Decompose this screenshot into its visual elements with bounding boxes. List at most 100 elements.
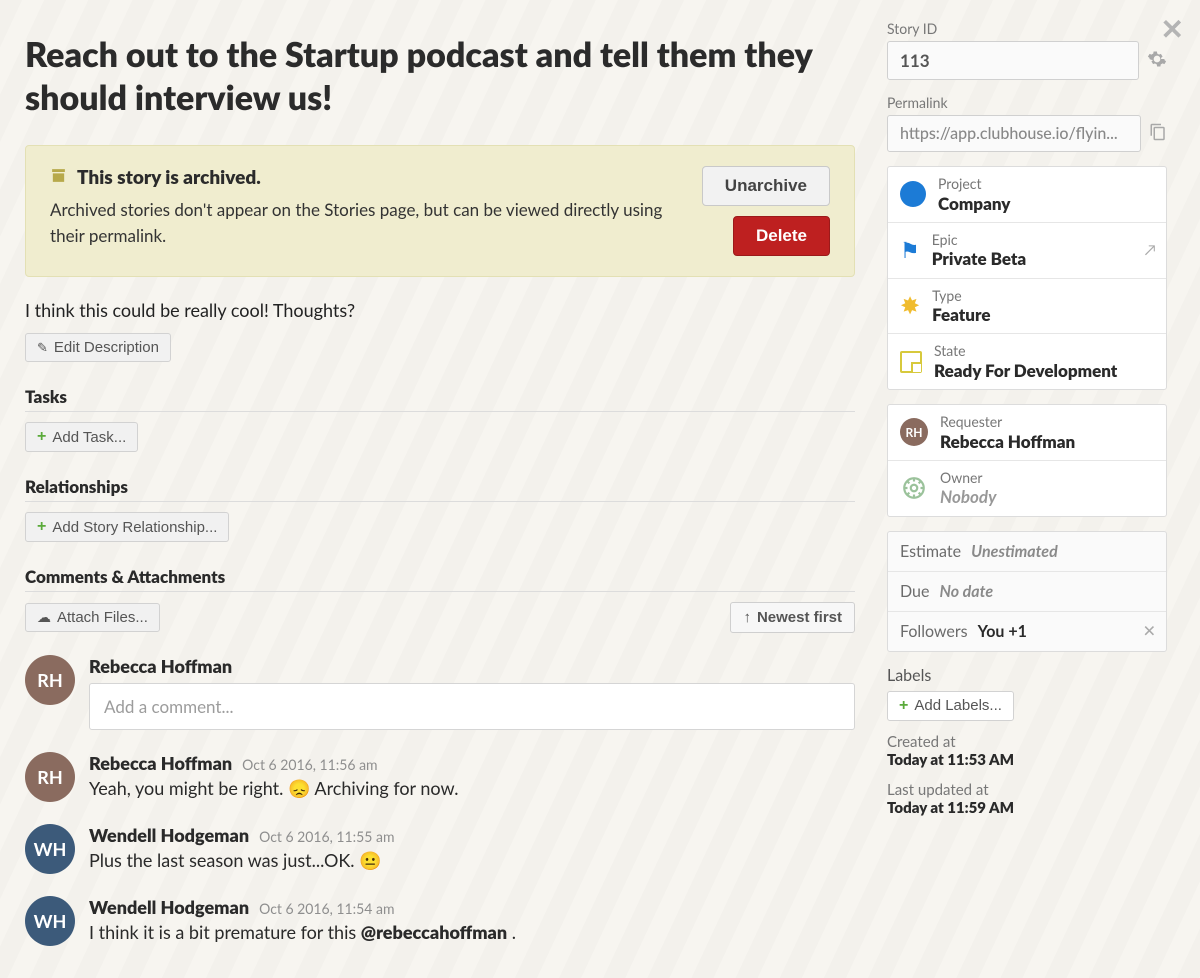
comment-item: RH Rebecca Hoffman Oct 6 2016, 11:56 am … (25, 752, 855, 802)
cloud-upload-icon: ☁ (37, 609, 51, 626)
relationships-heading: Relationships (25, 476, 855, 502)
avatar: RH (25, 752, 75, 802)
pencil-icon: ✎ (37, 340, 48, 356)
avatar: RH (25, 655, 75, 705)
archived-banner: This story is archived. Archived stories… (25, 145, 855, 277)
gear-icon[interactable] (1147, 49, 1167, 73)
emoji-icon: 😐 (359, 849, 381, 871)
close-icon[interactable]: ✕ (1161, 14, 1184, 42)
plus-icon: + (37, 428, 46, 446)
story-description: I think this could be really cool! Thoug… (25, 299, 855, 321)
star-icon: ✸ (900, 291, 920, 320)
state-row[interactable]: State Ready For Development (888, 334, 1166, 389)
owner-value: Nobody (940, 486, 996, 507)
due-key: Due (900, 582, 929, 601)
comment-item: WH Wendell Hodgeman Oct 6 2016, 11:55 am… (25, 824, 855, 874)
followers-key: Followers (900, 622, 968, 641)
note-icon (900, 351, 922, 373)
type-value: Feature (932, 304, 990, 325)
remove-follower-icon[interactable]: ✕ (1143, 622, 1156, 641)
add-task-label: Add Task... (52, 429, 126, 446)
state-key: State (934, 342, 1117, 360)
comment-timestamp: Oct 6 2016, 11:55 am (259, 828, 394, 845)
comment-input[interactable]: Add a comment... (89, 683, 855, 730)
project-key: Project (938, 175, 1010, 193)
story-title: Reach out to the Startup podcast and tel… (25, 34, 855, 119)
avatar: WH (25, 824, 75, 874)
add-labels-label: Add Labels... (914, 697, 1002, 714)
story-id-field[interactable]: 113 (887, 41, 1139, 80)
created-value: Today at 11:53 AM (887, 751, 1167, 769)
flag-icon: ⚑ (900, 236, 920, 264)
due-value: No date (940, 582, 994, 601)
unarchive-button[interactable]: Unarchive (702, 166, 830, 206)
story-id-label: Story ID (887, 20, 1167, 37)
type-row[interactable]: ✸ Type Feature (888, 279, 1166, 335)
add-labels-button[interactable]: + Add Labels... (887, 691, 1014, 721)
permalink-field[interactable]: https://app.clubhouse.io/flyin... (887, 115, 1141, 152)
sidebar: Story ID 113 Permalink https://app.clubh… (887, 20, 1167, 946)
permalink-label: Permalink (887, 94, 1167, 111)
edit-description-button[interactable]: ✎ Edit Description (25, 333, 171, 362)
plus-icon: + (899, 697, 908, 715)
comment-timestamp: Oct 6 2016, 11:56 am (242, 756, 377, 773)
owner-key: Owner (940, 469, 996, 487)
created-label: Created at (887, 733, 1167, 751)
comment-author: Rebecca Hoffman (89, 752, 232, 774)
estimate-key: Estimate (900, 542, 961, 561)
epic-key: Epic (932, 231, 1027, 249)
sort-label: Newest first (757, 609, 842, 626)
requester-key: Requester (940, 413, 1075, 431)
comment-text: Yeah, you might be right. 😞 Archiving fo… (89, 777, 855, 800)
arrow-up-icon: ↑ (743, 609, 751, 626)
mention[interactable]: @rebeccahoffman (361, 921, 507, 943)
followers-row[interactable]: Followers You +1 ✕ (888, 612, 1166, 651)
comments-heading: Comments & Attachments (25, 566, 855, 592)
avatar: WH (25, 896, 75, 946)
project-icon (900, 181, 926, 207)
edit-description-label: Edit Description (54, 339, 159, 356)
archive-icon (50, 167, 67, 188)
type-key: Type (932, 287, 990, 305)
sort-comments-button[interactable]: ↑ Newest first (730, 602, 855, 633)
archived-heading: This story is archived. (77, 166, 261, 189)
plus-icon: + (37, 518, 46, 536)
composer-author: Rebecca Hoffman (89, 655, 855, 677)
tasks-heading: Tasks (25, 386, 855, 412)
state-value: Ready For Development (934, 360, 1117, 381)
estimate-row[interactable]: Estimate Unestimated (888, 532, 1166, 572)
comment-timestamp: Oct 6 2016, 11:54 am (259, 900, 394, 917)
project-value: Company (938, 193, 1010, 214)
comment-composer: RH Rebecca Hoffman Add a comment... (25, 655, 855, 730)
updated-label: Last updated at (887, 781, 1167, 799)
add-task-button[interactable]: + Add Task... (25, 422, 138, 452)
main-column: Reach out to the Startup podcast and tel… (25, 20, 855, 946)
epic-row[interactable]: ⚑ Epic Private Beta ↗ (888, 223, 1166, 279)
external-link-icon[interactable]: ↗ (1145, 241, 1156, 259)
attach-files-label: Attach Files... (57, 609, 148, 626)
delete-button[interactable]: Delete (733, 216, 830, 256)
estimate-value: Unestimated (971, 542, 1058, 561)
requester-row[interactable]: RH Requester Rebecca Hoffman (888, 405, 1166, 461)
epic-value: Private Beta (932, 248, 1027, 269)
comment-text: I think it is a bit premature for this @… (89, 921, 855, 943)
comment-text: Plus the last season was just...OK. 😐 (89, 849, 855, 872)
nobody-icon (900, 474, 928, 502)
add-relationship-label: Add Story Relationship... (52, 519, 217, 536)
avatar: RH (900, 418, 928, 446)
add-relationship-button[interactable]: + Add Story Relationship... (25, 512, 229, 542)
comment-author: Wendell Hodgeman (89, 896, 249, 918)
project-row[interactable]: Project Company (888, 167, 1166, 223)
updated-value: Today at 11:59 AM (887, 799, 1167, 817)
copy-icon[interactable] (1149, 123, 1167, 145)
comment-item: WH Wendell Hodgeman Oct 6 2016, 11:54 am… (25, 896, 855, 946)
attach-files-button[interactable]: ☁ Attach Files... (25, 603, 160, 632)
owner-row[interactable]: Owner Nobody (888, 461, 1166, 516)
requester-value: Rebecca Hoffman (940, 431, 1075, 452)
emoji-icon: 😞 (288, 777, 310, 799)
labels-heading: Labels (887, 666, 1167, 685)
comment-author: Wendell Hodgeman (89, 824, 249, 846)
followers-value: You +1 (978, 622, 1027, 641)
archived-description: Archived stories don't appear on the Sto… (50, 197, 684, 250)
due-row[interactable]: Due No date (888, 572, 1166, 612)
